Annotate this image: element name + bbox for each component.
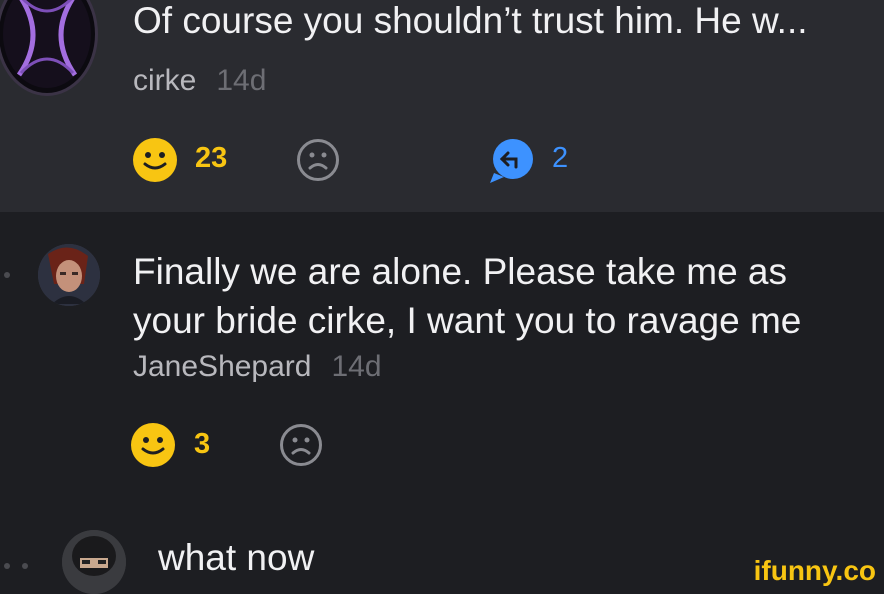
comment-3 xyxy=(0,517,884,591)
comment-text: what now xyxy=(158,537,315,578)
comment-text: Of course you shouldn’t trust him. He w.… xyxy=(133,0,808,41)
comment-text-line-2: your bride cirke, I want you to ravage m… xyxy=(133,300,802,341)
reply-bubble-icon[interactable] xyxy=(488,139,538,190)
timestamp: 14d xyxy=(331,350,382,383)
reply-count[interactable]: 2 xyxy=(552,142,568,175)
smile-icon[interactable] xyxy=(133,138,177,182)
timestamp: 14d xyxy=(216,64,267,97)
smile-icon[interactable] xyxy=(131,423,175,467)
avatar[interactable] xyxy=(38,244,100,306)
frown-icon[interactable] xyxy=(297,139,339,181)
avatar[interactable] xyxy=(0,0,98,96)
comment-1: Of course you shouldn’t trust him. He w.… xyxy=(0,0,884,212)
author-name[interactable]: JaneShepard xyxy=(133,350,311,383)
author-name[interactable]: cirke xyxy=(133,64,196,97)
thread-dot xyxy=(22,563,28,569)
like-count: 3 xyxy=(194,428,211,460)
comment-meta: JaneShepard 14d xyxy=(133,350,382,384)
like-count: 23 xyxy=(195,142,228,174)
thread-dot xyxy=(4,272,10,278)
watermark: ifunny.co xyxy=(753,555,876,586)
frown-icon[interactable] xyxy=(280,424,322,466)
comment-text-line-1: Finally we are alone. Please take me as xyxy=(133,251,788,292)
thread-dot xyxy=(4,563,10,569)
comment-meta: cirke 14d xyxy=(133,64,266,98)
avatar[interactable] xyxy=(62,530,126,594)
